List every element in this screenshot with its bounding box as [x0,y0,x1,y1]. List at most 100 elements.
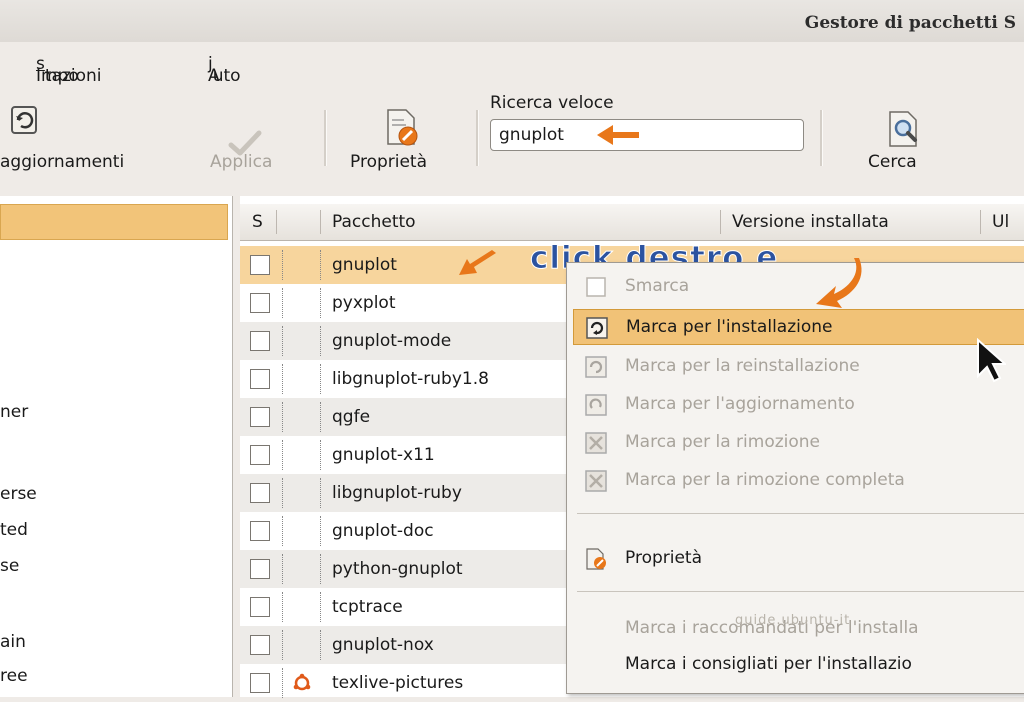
ubuntu-support-icon [293,673,311,691]
column-guide [282,516,283,546]
column-guide [320,630,321,660]
toolbar: aggiornamenti Applica Proprietà Ricerca … [0,82,1024,190]
column-guide [282,440,283,470]
menu-item-mark-remove[interactable]: Marca per la rimozione [567,425,1024,461]
arrow-left-annotation-icon [597,125,639,145]
package-name: gnuplot-mode [332,331,452,351]
column-guide [320,326,321,356]
menu-item-label: Marca per l'installazione [626,317,833,337]
section-item[interactable]: erse [0,484,37,504]
find-button[interactable]: Cerca [856,82,956,190]
column-guide [320,554,321,584]
reinstall-icon [585,356,607,378]
row-checkbox[interactable] [250,673,270,693]
apply-button[interactable]: Applica [200,82,292,190]
menu-item-label: Marca per la rimozione [625,432,821,452]
column-divider [320,210,321,234]
row-checkbox[interactable] [250,369,270,389]
quick-search-label: Ricerca veloce [490,93,614,113]
menu-item-label: Marca per la reinstallazione [625,356,860,376]
toolbar-separator [324,110,327,166]
sections-selected-item[interactable] [0,204,228,240]
menu-item-label: Marca per l'aggiornamento [625,394,855,414]
section-item[interactable]: se [0,556,19,576]
column-divider [276,210,277,234]
purge-icon [585,470,607,492]
refresh-icon [11,106,37,134]
package-name: gnuplot-doc [332,521,434,541]
column-guide [282,326,283,356]
quick-search-value: gnuplot [499,125,564,145]
row-checkbox[interactable] [250,597,270,617]
row-checkbox[interactable] [250,635,270,655]
row-checkbox[interactable] [250,559,270,579]
properties-icon [586,548,606,570]
row-checkbox[interactable] [250,445,270,465]
update-button[interactable]: aggiornamenti [0,82,180,190]
menu-impostazioni[interactable]: Impo s tazioni [36,54,102,86]
column-guide [320,250,321,280]
column-header-installed-version[interactable]: Versione installata [732,212,889,232]
package-name: qgfe [332,407,371,427]
section-item[interactable]: ted [0,520,28,540]
row-checkbox[interactable] [250,331,270,351]
title-bar: Gestore di pacchetti S [0,0,1024,42]
column-guide [320,402,321,432]
arrow-down-left-annotation-icon [459,250,496,275]
properties-label: Proprietà [350,152,428,172]
package-name: python-gnuplot [332,559,463,579]
column-header-status[interactable]: S [252,212,263,232]
menu-item-mark-recommended[interactable]: Marca i raccomandati per l'installa guid… [567,611,1024,647]
column-guide [282,288,283,318]
column-guide [282,554,283,584]
package-name: gnuplot-nox [332,635,434,655]
section-item[interactable]: ree [0,666,28,686]
column-header-latest-version[interactable]: Ul [992,212,1009,232]
section-item[interactable]: ner [0,402,28,422]
menu-item-properties[interactable]: Proprietà [567,541,1024,577]
column-guide [282,250,283,280]
row-checkbox[interactable] [250,483,270,503]
menu-item-mark-suggested[interactable]: Marca i consigliati per l'installazio [567,647,1024,683]
column-guide [282,592,283,622]
checkbox-icon [586,277,606,297]
window-title: Gestore di pacchetti S [804,13,1016,33]
menu-item-mark-upgrade[interactable]: Marca per l'aggiornamento [567,387,1024,423]
column-guide [320,516,321,546]
package-name: gnuplot-x11 [332,445,435,465]
context-menu: Smarca Marca per l'installazione Marca p… [566,262,1024,694]
row-checkbox[interactable] [250,407,270,427]
mouse-cursor-icon [977,338,1006,383]
menu-item-label: Proprietà [625,548,703,568]
column-guide [282,630,283,660]
column-guide [282,364,283,394]
row-checkbox[interactable] [250,521,270,541]
properties-icon [387,109,418,146]
menu-item-mark-install[interactable]: Marca per l'installazione [573,309,1024,345]
quick-search-input[interactable]: gnuplot [490,119,804,151]
table-header: S Pacchetto Versione installata Ul [240,204,1024,241]
row-checkbox[interactable] [250,255,270,275]
package-name: libgnuplot-ruby1.8 [332,369,489,389]
menu-separator [577,591,1024,592]
row-checkbox[interactable] [250,293,270,313]
menu-separator [577,513,1024,514]
column-divider [720,210,721,234]
section-item[interactable]: ain [0,632,26,652]
column-guide [282,402,283,432]
find-label: Cerca [868,152,917,172]
menu-item-label: Marca per la rimozione completa [625,470,905,490]
arrow-down-annotation-icon [816,258,862,308]
properties-button[interactable]: Proprietà [344,82,464,190]
menu-aiuto[interactable]: Aj uto [208,54,241,86]
menu-item-mark-reinstall[interactable]: Marca per la reinstallazione [567,349,1024,385]
column-header-package[interactable]: Pacchetto [332,212,416,232]
menu-item-mark-purge[interactable]: Marca per la rimozione completa [567,463,1024,499]
package-name: libgnuplot-ruby [332,483,462,503]
package-name: texlive-pictures [332,673,464,693]
column-guide [282,668,283,698]
menu-item-unmark[interactable]: Smarca [567,269,1024,305]
menu-item-label: Marca i consigliati per l'installazio [625,654,912,674]
column-divider [980,210,981,234]
upgrade-icon [585,394,607,416]
